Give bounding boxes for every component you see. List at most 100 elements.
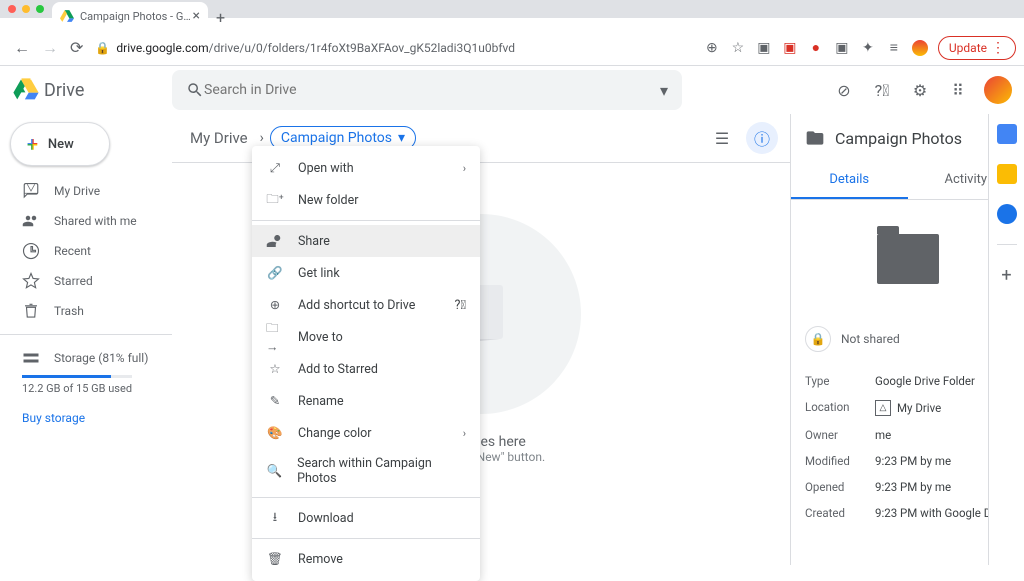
chevron-down-icon: ▾	[398, 130, 405, 146]
add-addon-icon[interactable]: +	[1001, 265, 1011, 286]
new-button[interactable]: + New	[10, 122, 110, 166]
tasks-addon-icon[interactable]	[997, 204, 1017, 224]
url-bar: ← → ⟳ 🔒 drive.google.com/drive/u/0/folde…	[0, 30, 1024, 66]
url-text[interactable]: drive.google.com/drive/u/0/folders/1r4fo…	[116, 41, 704, 55]
lock-icon: 🔒	[805, 326, 831, 352]
details-title: Campaign Photos	[835, 129, 987, 148]
mac-minimize-icon[interactable]	[22, 5, 30, 13]
ext-icon-1[interactable]: ⊕	[704, 40, 720, 56]
side-rail: +	[988, 114, 1024, 565]
menu-open-with[interactable]: ⤢ Open with ›	[252, 152, 480, 184]
open-with-icon: ⤢	[266, 159, 284, 177]
meta-location: Location △My Drive	[805, 394, 1010, 422]
palette-icon: 🎨	[266, 424, 284, 442]
menu-move-to[interactable]: 🗀→ Move to	[252, 321, 480, 353]
help-icon[interactable]: ?⃝	[870, 78, 894, 102]
folder-icon	[805, 128, 825, 148]
settings-gear-icon[interactable]: ⚙	[908, 78, 932, 102]
plus-icon: +	[27, 132, 38, 156]
storage-icon	[22, 349, 40, 367]
tab-close-icon[interactable]: ×	[193, 8, 200, 24]
search-icon	[186, 81, 204, 99]
meta-type: Type Google Drive Folder	[805, 368, 1010, 394]
update-button[interactable]: Update⋮	[938, 36, 1016, 60]
chevron-right-icon: ›	[463, 427, 466, 440]
sidebar-item-recent[interactable]: Recent	[0, 236, 172, 266]
download-icon: ⭳	[266, 509, 284, 527]
menu-remove[interactable]: 🗑 Remove	[252, 543, 480, 575]
move-icon: 🗀→	[266, 328, 284, 346]
ext-icon-2[interactable]: ▣	[756, 40, 772, 56]
menu-get-link[interactable]: 🔗 Get link	[252, 257, 480, 289]
profile-avatar-icon[interactable]	[912, 40, 928, 56]
forward-icon: →	[36, 38, 64, 58]
sidebar-item-trash[interactable]: Trash	[0, 296, 172, 326]
sidebar-item-storage[interactable]: Storage (81% full)	[22, 349, 172, 367]
shared-icon	[22, 212, 40, 230]
rename-icon: ✎	[266, 392, 284, 410]
ext-icon-3[interactable]: ▣	[782, 40, 798, 56]
menu-download[interactable]: ⭳ Download	[252, 502, 480, 534]
menu-new-folder[interactable]: 🗀⁺ New folder	[252, 184, 480, 216]
list-view-icon[interactable]: ☰	[712, 128, 732, 148]
buy-storage-link[interactable]: Buy storage	[22, 411, 172, 425]
chevron-right-icon: ›	[260, 130, 264, 146]
reload-icon[interactable]: ⟳	[64, 38, 89, 57]
menu-rename[interactable]: ✎ Rename	[252, 385, 480, 417]
search-options-icon[interactable]: ▾	[660, 81, 668, 100]
sidebar-item-mydrive[interactable]: My Drive	[0, 176, 172, 206]
info-icon[interactable]: ⓘ	[746, 122, 778, 154]
mac-zoom-icon[interactable]	[36, 5, 44, 13]
lock-icon[interactable]: 🔒	[95, 41, 110, 55]
menu-share[interactable]: Share	[252, 225, 480, 257]
main-area: My Drive › Campaign Photos ▾ ☰ ⓘ Drop fi…	[172, 114, 790, 565]
ext-icon-5[interactable]: ≡	[886, 40, 902, 56]
drive-small-icon: △	[875, 400, 891, 416]
context-menu: ⤢ Open with › 🗀⁺ New folder Share 🔗 Get …	[252, 146, 480, 581]
sidebar-item-starred[interactable]: Starred	[0, 266, 172, 296]
menu-change-color[interactable]: 🎨 Change color ›	[252, 417, 480, 449]
abp-icon[interactable]: ●	[808, 40, 824, 56]
share-icon	[266, 232, 284, 250]
new-folder-icon: 🗀⁺	[266, 191, 284, 209]
product-name: Drive	[44, 80, 84, 101]
drive-logo-icon	[12, 76, 40, 104]
drive-header: Drive ▾ ⊘ ?⃝ ⚙ ⠿	[0, 66, 1024, 114]
sidebar: + New My Drive Shared with me Recent Sta…	[0, 114, 172, 565]
star-icon[interactable]: ☆	[730, 40, 746, 56]
menu-add-starred[interactable]: ☆ Add to Starred	[252, 353, 480, 385]
calendar-addon-icon[interactable]	[997, 124, 1017, 144]
trash-icon: 🗑	[266, 550, 284, 568]
chevron-right-icon: ›	[463, 162, 466, 175]
mac-close-icon[interactable]	[8, 5, 16, 13]
menu-search-within[interactable]: 🔍 Search within Campaign Photos	[252, 449, 480, 493]
account-avatar[interactable]	[984, 76, 1012, 104]
storage-bar	[22, 375, 132, 378]
meta-opened: Opened 9:23 PM by me	[805, 474, 1010, 500]
new-tab-icon[interactable]: +	[216, 8, 225, 27]
meta-created: Created 9:23 PM with Google Drive	[805, 500, 1010, 526]
back-icon[interactable]: ←	[8, 38, 36, 58]
meta-modified: Modified 9:23 PM by me	[805, 448, 1010, 474]
ext-icon-4[interactable]: ▣	[834, 40, 850, 56]
apps-grid-icon[interactable]: ⠿	[946, 78, 970, 102]
browser-tab[interactable]: Campaign Photos - Google Dri ×	[52, 2, 208, 30]
drive-logo[interactable]: Drive	[12, 76, 172, 104]
search-icon: 🔍	[266, 462, 283, 480]
ready-offline-icon[interactable]: ⊘	[832, 78, 856, 102]
extensions-icon[interactable]: ✦	[860, 40, 876, 56]
keep-addon-icon[interactable]	[997, 164, 1017, 184]
menu-add-shortcut[interactable]: ⊕ Add shortcut to Drive ?⃝	[252, 289, 480, 321]
tab-details[interactable]: Details	[791, 162, 908, 199]
search-box[interactable]: ▾	[172, 70, 682, 110]
search-input[interactable]	[204, 82, 660, 98]
recent-icon	[22, 242, 40, 260]
drive-favicon-icon	[60, 9, 74, 23]
sidebar-item-shared[interactable]: Shared with me	[0, 206, 172, 236]
help-icon[interactable]: ?⃝	[455, 298, 466, 313]
storage-used-text: 12.2 GB of 15 GB used	[22, 382, 172, 395]
link-icon: 🔗	[266, 264, 284, 282]
shortcut-icon: ⊕	[266, 296, 284, 314]
starred-icon	[22, 272, 40, 290]
breadcrumb-root[interactable]: My Drive	[184, 125, 254, 151]
